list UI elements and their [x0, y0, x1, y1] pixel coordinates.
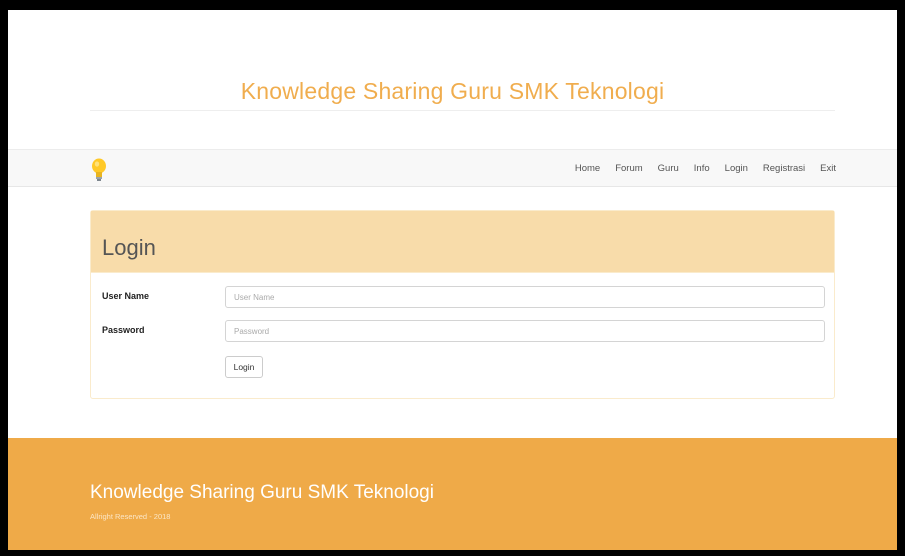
- login-panel-heading: Login: [91, 211, 834, 273]
- nav-info[interactable]: Info: [694, 163, 710, 174]
- nav-guru[interactable]: Guru: [658, 163, 679, 174]
- footer-title: Knowledge Sharing Guru SMK Teknologi: [90, 482, 434, 503]
- nav-exit[interactable]: Exit: [820, 163, 836, 174]
- lightbulb-icon[interactable]: [90, 158, 108, 182]
- nav-registrasi[interactable]: Registrasi: [763, 163, 805, 174]
- password-label: Password: [102, 325, 145, 335]
- username-input[interactable]: [225, 286, 825, 308]
- navbar: Home Forum Guru Info Login Registrasi Ex…: [8, 149, 897, 187]
- nav-login[interactable]: Login: [725, 163, 748, 174]
- footer-copyright: Allright Reserved - 2018: [90, 512, 171, 521]
- password-input[interactable]: [225, 320, 825, 342]
- login-button[interactable]: Login: [225, 356, 263, 378]
- nav-menu: Home Forum Guru Info Login Registrasi Ex…: [560, 150, 836, 186]
- title-divider: [90, 110, 835, 111]
- browser-viewport: Knowledge Sharing Guru SMK Teknologi Hom…: [8, 10, 897, 550]
- footer: Knowledge Sharing Guru SMK Teknologi All…: [8, 438, 897, 550]
- username-row: User Name: [91, 286, 834, 308]
- login-panel: Login User Name Password Login: [90, 210, 835, 399]
- site-title: Knowledge Sharing Guru SMK Teknologi: [240, 78, 665, 104]
- login-panel-title: Login: [102, 235, 156, 260]
- username-label: User Name: [102, 291, 150, 301]
- nav-forum[interactable]: Forum: [615, 163, 642, 174]
- password-row: Password: [91, 320, 834, 342]
- nav-home[interactable]: Home: [575, 163, 600, 174]
